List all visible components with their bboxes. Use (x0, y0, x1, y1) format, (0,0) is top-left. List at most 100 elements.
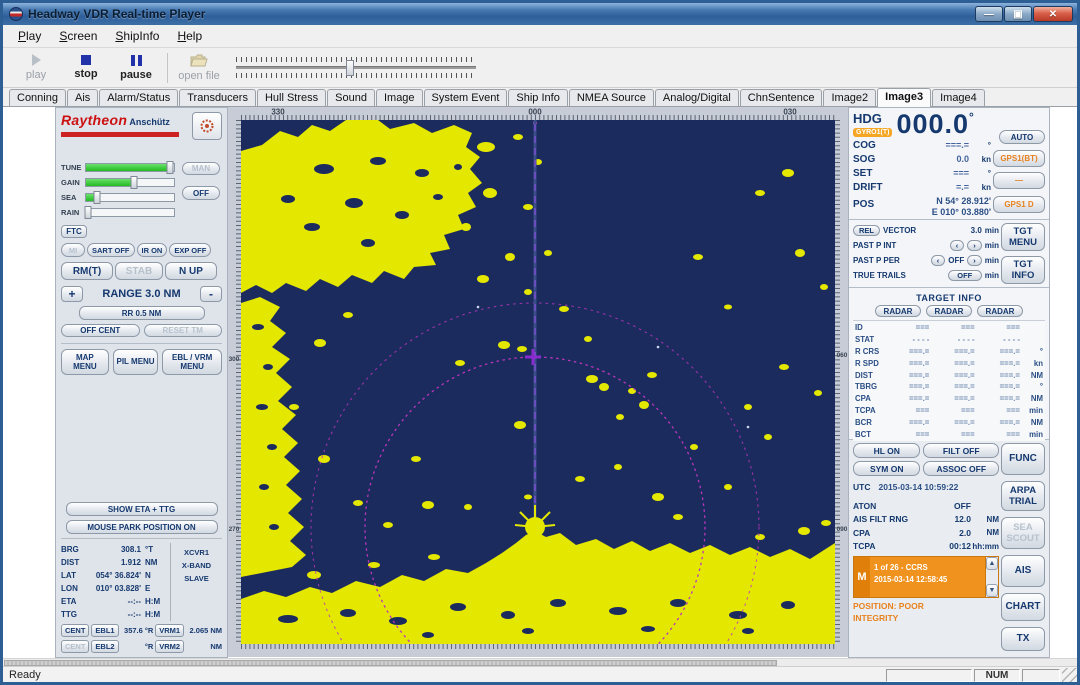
menu-item[interactable]: Play (9, 26, 50, 46)
slider-thumb[interactable] (84, 206, 91, 219)
menu-item[interactable]: Screen (50, 26, 106, 46)
radar-source-button[interactable]: RADAR (977, 305, 1023, 317)
horizontal-scrollbar-thumb[interactable] (4, 660, 777, 666)
range-minus-button[interactable]: - (200, 286, 222, 302)
ebl2-button[interactable]: EBL2 (91, 640, 118, 653)
sea-scout-button[interactable]: SEA SCOUT (1001, 517, 1045, 549)
tgt-menu-button[interactable]: TGT MENU (1001, 223, 1045, 251)
tab[interactable]: ChnSentence (740, 89, 823, 106)
auto-button[interactable]: AUTO (999, 130, 1045, 144)
range-rings-button[interactable]: RR 0.5 NM (79, 306, 205, 320)
past-int-increase-button[interactable]: › (967, 240, 982, 251)
brand-gear-button[interactable] (192, 112, 222, 140)
tx-button[interactable]: TX (1001, 627, 1045, 651)
ais-button[interactable]: AIS (1001, 555, 1045, 587)
radar-ppi-display[interactable]: 330 000 030 300 270 060 090 (228, 107, 848, 657)
slider-fill (86, 164, 170, 171)
seek-slider[interactable] (236, 57, 476, 78)
tab[interactable]: Image3 (877, 88, 931, 107)
vrm1-button[interactable]: VRM1 (155, 624, 184, 637)
tab[interactable]: Image (376, 89, 423, 106)
minimize-button[interactable]: — (975, 6, 1003, 22)
tab[interactable]: Ais (67, 89, 98, 106)
tab[interactable]: Image4 (932, 89, 985, 106)
tab[interactable]: Transducers (179, 89, 256, 106)
seek-track[interactable] (236, 66, 476, 69)
slider-thumb[interactable] (131, 176, 138, 189)
chart-button[interactable]: CHART (1001, 593, 1045, 621)
alarm-count: 1 of 26 - CCRS (874, 562, 983, 574)
pause-button[interactable]: pause (111, 50, 161, 86)
radar-source-button[interactable]: RADAR (875, 305, 921, 317)
pil-menu-button[interactable]: PIL MENU (113, 349, 159, 375)
set-drift-source-button[interactable]: — (993, 172, 1045, 189)
hl-on-button[interactable]: HL ON (853, 443, 920, 458)
slider-thumb[interactable] (93, 191, 100, 204)
off-cent-button[interactable]: OFF CENT (61, 324, 140, 337)
seek-thumb[interactable] (346, 60, 354, 76)
off-button[interactable]: OFF (182, 186, 220, 200)
mi-button[interactable]: MI (61, 243, 85, 257)
play-button[interactable]: play (11, 50, 61, 86)
past-int-decrease-button[interactable]: ‹ (950, 240, 965, 251)
past-per-increase-button[interactable]: › (967, 255, 982, 266)
tab[interactable]: Sound (327, 89, 375, 106)
radar-source-button[interactable]: RADAR (926, 305, 972, 317)
tab[interactable]: Image2 (823, 89, 876, 106)
alarm-scroll-down-button[interactable]: ▼ (986, 584, 998, 597)
map-menu-button[interactable]: MAP MENU (61, 349, 109, 375)
rel-vector-button[interactable]: REL (853, 225, 880, 236)
ebl-vrm-menu-button[interactable]: EBL / VRM MENU (162, 349, 222, 375)
horizontal-scrollbar[interactable] (3, 658, 1077, 666)
slider-thumb[interactable] (166, 161, 173, 174)
range-plus-button[interactable]: + (61, 286, 83, 302)
filt-off-button[interactable]: FILT OFF (923, 443, 999, 458)
tab[interactable]: Analog/Digital (655, 89, 739, 106)
slider-track[interactable] (85, 193, 175, 202)
maximize-button[interactable]: ▣ (1004, 6, 1032, 22)
alarm-scroll-up-button[interactable]: ▲ (986, 557, 998, 570)
mouse-park-button[interactable]: MOUSE PARK POSITION ON (66, 520, 218, 534)
cent2-button[interactable]: CENT (61, 640, 89, 653)
slider-track[interactable] (85, 163, 175, 172)
resize-grip[interactable] (1062, 668, 1077, 683)
true-trails-button[interactable]: OFF (948, 270, 982, 281)
sym-on-button[interactable]: SYM ON (853, 461, 920, 476)
ebl1-button[interactable]: EBL1 (91, 624, 118, 637)
exp-off-button[interactable]: EXP OFF (169, 243, 211, 257)
past-per-decrease-button[interactable]: ‹ (931, 255, 946, 266)
man-button[interactable]: MAN (182, 162, 220, 175)
ftc-button[interactable]: FTC (61, 225, 87, 238)
ir-on-button[interactable]: IR ON (137, 243, 168, 257)
vrm2-button[interactable]: VRM2 (155, 640, 184, 653)
n-up-button[interactable]: N UP (165, 262, 217, 280)
alarm-message-box[interactable]: M 1 of 26 - CCRS 2015-03-14 12:58:45 ▲ ▼ (853, 556, 999, 598)
sart-off-button[interactable]: SART OFF (87, 243, 135, 257)
tgt-info-button[interactable]: TGT INFO (1001, 256, 1045, 284)
tab[interactable]: Alarm/Status (99, 89, 178, 106)
readout-label: ETA (61, 597, 87, 606)
arpa-trial-button[interactable]: ARPA TRIAL (1001, 481, 1045, 511)
stab-button[interactable]: STAB (115, 262, 163, 280)
close-button[interactable]: ✕ (1033, 6, 1073, 22)
slider-track[interactable] (85, 178, 175, 187)
slider-track[interactable] (85, 208, 175, 217)
cent1-button[interactable]: CENT (61, 624, 89, 637)
menu-item[interactable]: Help (168, 26, 211, 46)
func-button[interactable]: FUNC (1001, 443, 1045, 475)
show-eta-button[interactable]: SHOW ETA + TTG (66, 502, 218, 516)
gps1-bt-button[interactable]: GPS1(BT) (993, 150, 1045, 167)
stop-button[interactable]: stop (61, 50, 111, 86)
assoc-off-button[interactable]: ASSOC OFF (923, 461, 999, 476)
gps1-d-button[interactable]: GPS1 D (993, 196, 1045, 213)
rm-t-button[interactable]: RM(T) (61, 262, 113, 280)
reset-tm-button[interactable]: RESET TM (144, 324, 223, 337)
target-row-unit: min (1023, 406, 1043, 415)
tab[interactable]: NMEA Source (569, 89, 654, 106)
menu-item[interactable]: ShipInfo (106, 26, 168, 46)
open-file-button[interactable]: open file (174, 50, 224, 86)
tab[interactable]: System Event (424, 89, 508, 106)
tab[interactable]: Conning (9, 89, 66, 106)
tab[interactable]: Ship Info (508, 89, 567, 106)
tab[interactable]: Hull Stress (257, 89, 326, 106)
